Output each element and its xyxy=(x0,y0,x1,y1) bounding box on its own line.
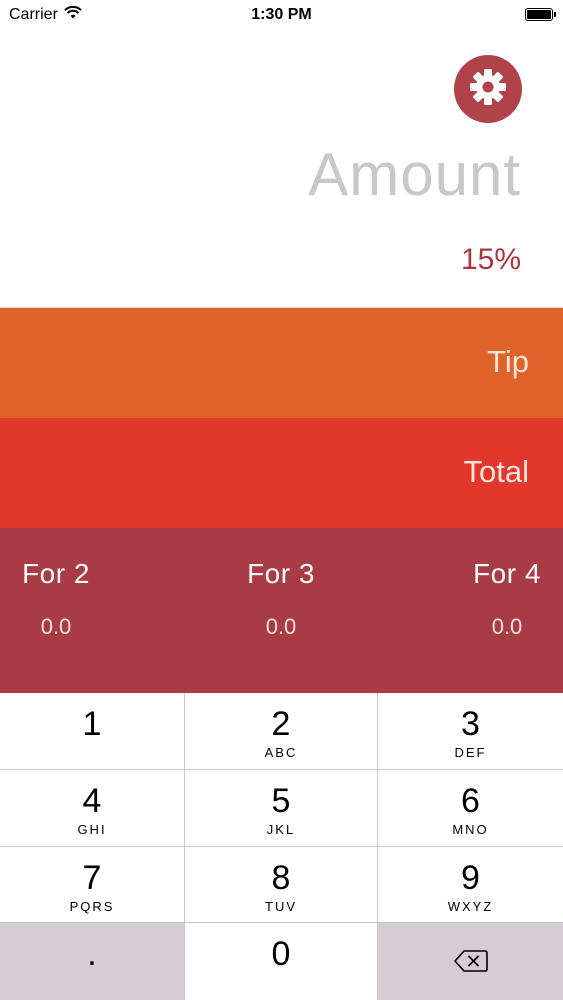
key-3[interactable]: 3 DEF xyxy=(378,693,563,769)
key-9[interactable]: 9 WXYZ xyxy=(378,847,563,922)
split-label: For 4 xyxy=(473,558,541,589)
key-letters: JKL xyxy=(266,822,296,837)
key-digit: 9 xyxy=(461,859,480,897)
key-8[interactable]: 8 TUV xyxy=(185,847,377,922)
split-for-3: For 3 0.0 xyxy=(206,558,356,640)
key-digit: 8 xyxy=(271,859,291,897)
key-7[interactable]: 7 PQRS xyxy=(0,847,184,922)
total-band: Total xyxy=(0,418,563,528)
tip-percent[interactable]: 15% xyxy=(461,243,521,277)
key-digit: 0 xyxy=(271,935,291,973)
key-decimal[interactable]: . xyxy=(0,923,184,1000)
split-value: 0.0 xyxy=(491,614,523,639)
key-digit: 7 xyxy=(82,859,102,897)
tip-label: Tip xyxy=(487,344,529,379)
split-label: For 3 xyxy=(247,558,315,589)
split-for-4: For 4 0.0 xyxy=(432,558,563,640)
battery-fill xyxy=(527,10,551,19)
key-letters: DEF xyxy=(454,745,487,760)
amount-input[interactable]: Amount xyxy=(308,140,521,209)
key-5[interactable]: 5 JKL xyxy=(185,770,377,846)
key-1[interactable]: 1 xyxy=(0,693,184,769)
backspace-icon xyxy=(453,950,488,977)
numeric-keypad: 1 2 ABC 3 DEF 4 GHI 5 JKL 6 MNO 7 PQRS 8… xyxy=(0,693,563,1000)
tip-band: Tip xyxy=(0,308,563,418)
split-for-2: For 2 0.0 xyxy=(0,558,131,640)
key-letters: TUV xyxy=(265,899,297,914)
total-label: Total xyxy=(463,454,529,489)
key-6[interactable]: 6 MNO xyxy=(378,770,563,846)
key-digit: 4 xyxy=(82,782,102,820)
key-2[interactable]: 2 ABC xyxy=(185,693,377,769)
battery-tip xyxy=(554,12,556,17)
key-digit: 2 xyxy=(271,705,291,743)
key-digit: 5 xyxy=(271,782,291,820)
key-letters: MNO xyxy=(452,822,489,837)
status-time: 1:30 PM xyxy=(251,6,312,23)
gear-icon xyxy=(469,68,507,111)
key-letters: GHI xyxy=(77,822,107,837)
key-digit: 1 xyxy=(82,705,102,743)
key-0[interactable]: 0 xyxy=(185,923,377,1000)
backspace-button[interactable] xyxy=(378,923,563,1000)
key-letters: PQRS xyxy=(69,899,115,914)
key-digit: 3 xyxy=(461,705,480,743)
battery-icon xyxy=(525,8,556,21)
key-digit: 6 xyxy=(461,782,480,820)
key-digit: . xyxy=(87,935,97,973)
key-4[interactable]: 4 GHI xyxy=(0,770,184,846)
split-label: For 2 xyxy=(22,558,90,589)
split-value: 0.0 xyxy=(265,614,297,639)
split-value: 0.0 xyxy=(40,614,72,639)
settings-button[interactable] xyxy=(454,55,522,123)
key-letters: WXYZ xyxy=(447,899,494,914)
key-letters: ABC xyxy=(264,745,298,760)
status-bar: Carrier 1:30 PM xyxy=(0,0,563,30)
split-band: For 2 0.0 For 3 0.0 For 4 0.0 xyxy=(0,528,563,693)
